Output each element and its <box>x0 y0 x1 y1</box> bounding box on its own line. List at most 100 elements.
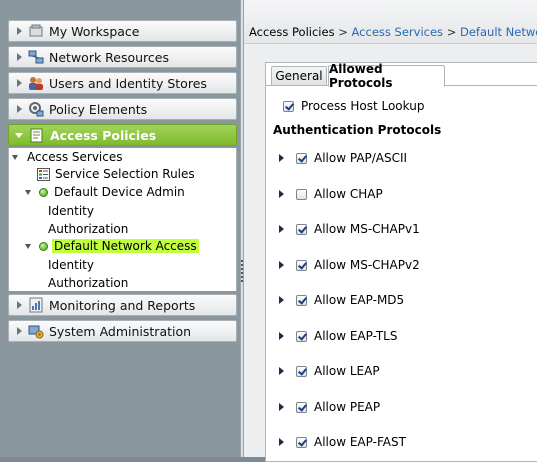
protocol-row: Allow MS-CHAPv2 <box>279 258 420 272</box>
nav-label: Monitoring and Reports <box>49 297 196 313</box>
protocol-row: Allow PEAP <box>279 400 380 414</box>
tree-label: Service Selection Rules <box>55 167 195 181</box>
expand-protocol-icon[interactable] <box>279 438 284 446</box>
protocol-label: Allow PAP/ASCII <box>314 151 408 165</box>
tree-label: Access Services <box>27 150 123 164</box>
tree-collapse-icon[interactable] <box>25 243 31 249</box>
nav-policy-elements[interactable]: Policy Elements <box>8 98 237 120</box>
tree-label: Authorization <box>48 222 129 236</box>
protocol-checkbox[interactable] <box>296 152 307 164</box>
collapse-arrow-icon <box>15 132 23 138</box>
nav-label: My Workspace <box>49 23 140 39</box>
main-content: Access Policies > Access Services > Defa… <box>244 0 537 462</box>
breadcrumb-access-services-link[interactable]: Access Services <box>352 25 444 39</box>
tree-node-service-selection-rules[interactable]: Service Selection Rules <box>37 167 195 181</box>
expand-arrow-icon <box>17 27 22 35</box>
authentication-protocols-heading: Authentication Protocols <box>273 123 442 137</box>
nav-label: Users and Identity Stores <box>49 75 207 91</box>
protocol-checkbox[interactable] <box>296 188 307 200</box>
allowed-protocols-panel: General Allowed Protocols Process Host L… <box>265 62 537 462</box>
protocol-checkbox[interactable] <box>296 294 307 306</box>
nav-access-policies[interactable]: Access Policies <box>8 124 237 146</box>
nav-users-identity-stores[interactable]: Users and Identity Stores <box>8 72 237 94</box>
nav-label: System Administration <box>49 323 192 339</box>
tree-node-dda-authorization[interactable]: Authorization <box>48 222 128 236</box>
nav-monitoring-reports[interactable]: Monitoring and Reports <box>8 294 237 316</box>
nav-my-workspace[interactable]: My Workspace <box>8 20 237 42</box>
protocol-row: Allow EAP-MD5 <box>279 293 404 307</box>
expand-protocol-icon[interactable] <box>279 332 284 340</box>
protocol-checkbox[interactable] <box>296 259 307 271</box>
tab-general[interactable]: General <box>271 66 327 85</box>
tree-collapse-icon[interactable] <box>12 154 18 160</box>
nav-label: Network Resources <box>49 49 170 65</box>
tree-node-default-network-access[interactable]: Default Network Access <box>25 239 199 253</box>
protocol-label: Allow CHAP <box>314 187 383 201</box>
expand-arrow-icon <box>17 301 22 309</box>
protocol-row: Allow PAP/ASCII <box>279 151 407 165</box>
expand-protocol-icon[interactable] <box>279 296 284 304</box>
expand-protocol-icon[interactable] <box>279 367 284 375</box>
tree-label: Authorization <box>48 276 129 290</box>
protocol-checkbox[interactable] <box>296 401 307 413</box>
protocol-label: Allow EAP-TLS <box>314 329 398 343</box>
expand-protocol-icon[interactable] <box>279 154 284 162</box>
protocol-checkbox[interactable] <box>296 223 307 235</box>
breadcrumb-access-policies: Access Policies <box>249 25 335 39</box>
protocol-checkbox[interactable] <box>296 330 307 342</box>
service-status-icon <box>39 187 48 197</box>
tree-node-dna-identity[interactable]: Identity <box>48 258 94 272</box>
protocol-row: Allow LEAP <box>279 364 380 378</box>
tree-node-access-services[interactable]: Access Services <box>12 150 123 164</box>
protocol-checkbox[interactable] <box>296 365 307 377</box>
expand-protocol-icon[interactable] <box>279 225 284 233</box>
nav-label: Policy Elements <box>49 101 148 117</box>
protocol-row: Allow EAP-TLS <box>279 329 397 343</box>
process-host-lookup-checkbox[interactable] <box>283 100 294 112</box>
tree-node-dna-authorization[interactable]: Authorization <box>48 276 128 290</box>
breadcrumb-separator: > <box>443 25 460 39</box>
monitoring-icon <box>29 297 43 313</box>
protocol-label: Allow MS-CHAPv1 <box>314 222 420 236</box>
tree-label: Identity <box>48 204 94 218</box>
rules-table-icon <box>37 167 50 181</box>
protocol-row: Allow EAP-FAST <box>279 435 406 449</box>
policy-elements-icon <box>29 102 44 117</box>
tree-node-default-device-admin[interactable]: Default Device Admin <box>25 185 185 199</box>
expand-arrow-icon <box>17 53 22 61</box>
expand-protocol-icon[interactable] <box>279 190 284 198</box>
expand-protocol-icon[interactable] <box>279 261 284 269</box>
process-host-lookup-label: Process Host Lookup <box>301 99 425 113</box>
navigation-pane: My Workspace Network Resources Users and… <box>0 0 240 457</box>
expand-protocol-icon[interactable] <box>279 403 284 411</box>
expand-arrow-icon <box>17 327 22 335</box>
tree-label: Identity <box>48 258 94 272</box>
protocol-label: Allow MS-CHAPv2 <box>314 258 420 272</box>
tree-collapse-icon[interactable] <box>25 189 31 195</box>
nav-label: Access Policies <box>50 127 157 143</box>
service-status-icon <box>39 241 48 251</box>
protocol-label: Allow EAP-MD5 <box>314 293 405 307</box>
breadcrumb: Access Policies > Access Services > Defa… <box>244 0 537 44</box>
splitter-grip-icon[interactable] <box>241 260 243 282</box>
nav-system-administration[interactable]: System Administration <box>8 320 237 342</box>
system-admin-icon <box>28 325 44 339</box>
network-resources-icon <box>28 50 44 64</box>
users-icon <box>29 77 43 90</box>
protocol-label: Allow EAP-FAST <box>314 435 406 449</box>
breadcrumb-separator: > <box>334 25 352 39</box>
tree-label: Default Device Admin <box>54 185 185 199</box>
protocol-checkbox[interactable] <box>296 436 307 448</box>
protocol-row: Allow CHAP <box>279 187 383 201</box>
tab-allowed-protocols[interactable]: Allowed Protocols <box>328 62 445 90</box>
access-policies-icon <box>30 128 43 143</box>
expand-arrow-icon <box>17 105 22 113</box>
breadcrumb-default-network-access-link[interactable]: Default Network Access <box>460 25 537 39</box>
protocol-label: Allow PEAP <box>314 400 381 414</box>
nav-network-resources[interactable]: Network Resources <box>8 46 237 68</box>
process-host-lookup-row: Process Host Lookup <box>283 99 424 113</box>
protocol-row: Allow MS-CHAPv1 <box>279 222 420 236</box>
expand-arrow-icon <box>17 79 22 87</box>
workspace-icon <box>29 24 43 37</box>
tree-node-dda-identity[interactable]: Identity <box>48 204 94 218</box>
